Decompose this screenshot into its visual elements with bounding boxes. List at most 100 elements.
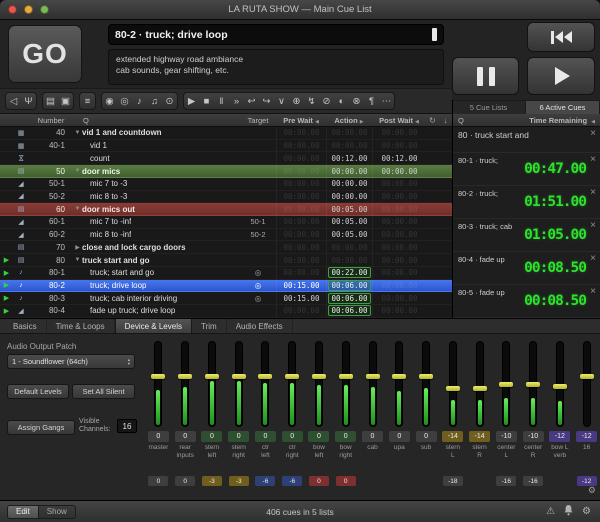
fader-handle[interactable] — [553, 384, 567, 389]
cue-row-40[interactable]: ▦40▼vid 1 and countdown00:00.0000:00.000… — [0, 127, 452, 140]
set-all-silent-button[interactable]: Set All Silent — [72, 384, 135, 399]
audio-cue-icon[interactable]: ◁ — [6, 93, 21, 110]
disclosure-open-icon[interactable]: ▼ — [73, 130, 82, 136]
column-action[interactable]: Action▶ — [326, 116, 372, 125]
cue-row-60-1[interactable]: ◢60-1mic 7 to -inf50-100:00.0000:05.0000… — [0, 216, 452, 229]
fader-track[interactable] — [396, 342, 402, 426]
crosspoint-value[interactable]: -6 — [282, 476, 302, 486]
crosspoint-value[interactable]: -16 — [496, 476, 516, 486]
column-number[interactable]: Number — [29, 116, 73, 125]
channel-level-value[interactable]: 0 — [362, 431, 383, 442]
fader-handle[interactable] — [580, 374, 594, 379]
stop-active-cue-button[interactable]: × — [590, 254, 596, 264]
cue-row-60[interactable]: ▤60▼door mics out00:00.0000:05.0000:00.0… — [0, 203, 452, 216]
devamp-cue-icon[interactable]: ∨ — [274, 93, 289, 110]
channel-level-value[interactable]: -10 — [523, 431, 544, 442]
cue-row-80-4[interactable]: ▶◢80-4fade up truck; drive loop00:00.000… — [0, 305, 452, 318]
channel-level-value[interactable]: -14 — [469, 431, 490, 442]
fader-handle[interactable] — [499, 382, 513, 387]
channel-level-value[interactable]: 0 — [148, 431, 169, 442]
crosspoint-value[interactable]: -16 — [523, 476, 543, 486]
levels-settings-icon[interactable]: ⚙ — [588, 485, 596, 496]
fader-track[interactable] — [236, 342, 242, 426]
tab-time-loops[interactable]: Time & Loops — [47, 319, 115, 333]
pause-cue-icon[interactable]: ‖ — [214, 93, 229, 110]
fader-handle[interactable] — [312, 374, 326, 379]
fader-track[interactable] — [370, 342, 376, 426]
cue-row-50-1[interactable]: ◢50-1mic 7 to -300:00.0000:00.0000:00.00 — [0, 178, 452, 191]
cue-row-count[interactable]: ⋈count00:00.0000:12.0000:12.00 — [0, 152, 452, 165]
fader-handle[interactable] — [178, 374, 192, 379]
fader-track[interactable] — [155, 342, 161, 426]
cue-row-80-2[interactable]: ▶♪80-2truck; drive loop◎00:15.0000:06.00… — [0, 280, 452, 293]
fader-handle[interactable] — [258, 374, 272, 379]
active-cue-2[interactable]: 80-2 · truck;01:51.00× — [453, 186, 600, 219]
cue-row-50-2[interactable]: ◢50-2mic 8 to -300:00.0000:00.0000:00.00 — [0, 191, 452, 204]
midi-cue-icon[interactable]: ♫ — [147, 93, 162, 110]
channel-level-value[interactable]: 0 — [175, 431, 196, 442]
bell-icon[interactable] — [564, 505, 573, 519]
previous-cue-button[interactable] — [527, 22, 595, 52]
tab-cue-lists[interactable]: 5 Cue Lists — [452, 101, 526, 114]
disclosure-open-icon[interactable]: ▼ — [73, 206, 82, 212]
edit-mode-button[interactable]: Edit — [7, 505, 39, 519]
stop-active-cue-button[interactable]: × — [590, 129, 596, 139]
cue-row-60-2[interactable]: ◢60-2mic 8 to -inf50-200:00.0000:05.0000… — [0, 229, 452, 242]
fader-handle[interactable] — [285, 374, 299, 379]
fader-track[interactable] — [316, 342, 322, 426]
fader-track[interactable] — [209, 342, 215, 426]
close-window-button[interactable] — [8, 5, 17, 14]
camera-cue-icon[interactable]: ▣ — [58, 93, 73, 110]
fader-handle[interactable] — [446, 386, 460, 391]
fader-track[interactable] — [343, 342, 349, 426]
channel-level-value[interactable]: -14 — [442, 431, 463, 442]
resume-button[interactable] — [527, 57, 595, 95]
default-levels-button[interactable]: Default Levels — [7, 384, 69, 399]
cue-row-50[interactable]: ▤50▼door mics00:00.0000:00.0000:00.00 — [0, 165, 452, 178]
crosspoint-value[interactable]: -6 — [255, 476, 275, 486]
active-cue-5[interactable]: 80-5 · fade up00:08.50× — [453, 285, 600, 318]
fader-track[interactable] — [477, 342, 483, 426]
warning-icon[interactable]: ⚠ — [546, 507, 555, 517]
active-col-time[interactable]: Time Remaining ◀ — [529, 116, 595, 125]
cue-row-80-1[interactable]: ▶♪80-1truck; start and go◎00:00.0000:22.… — [0, 267, 452, 280]
disclosure-closed-icon[interactable]: ▶ — [73, 244, 82, 251]
active-cue-3[interactable]: 80-3 · truck; cab01:05.00× — [453, 219, 600, 252]
video-cue-icon[interactable]: ▤ — [43, 93, 58, 110]
settings-gear-icon[interactable]: ⚙ — [582, 507, 591, 517]
fader-handle[interactable] — [339, 374, 353, 379]
fader-track[interactable] — [584, 342, 590, 426]
mute-cue-icon[interactable]: ⊗ — [349, 93, 364, 110]
fader-track[interactable] — [262, 342, 268, 426]
fader-track[interactable] — [182, 342, 188, 426]
crosspoint-value[interactable]: -3 — [229, 476, 249, 486]
crosspoint-value[interactable]: 0 — [175, 476, 195, 486]
memo-cue-icon[interactable]: ¶ — [364, 93, 379, 110]
channel-level-value[interactable]: 0 — [416, 431, 437, 442]
tab-audio-effects[interactable]: Audio Effects — [227, 319, 293, 333]
crosspoint-value[interactable]: -18 — [443, 476, 463, 486]
minimize-window-button[interactable] — [24, 5, 33, 14]
fader-handle[interactable] — [473, 386, 487, 391]
cue-row-80[interactable]: ▶▤80▼truck start and go00:00.0000:00.000… — [0, 254, 452, 267]
stop-active-cue-button[interactable]: × — [590, 221, 596, 231]
osc-cue-icon[interactable]: ◎ — [117, 93, 132, 110]
channel-level-value[interactable]: 0 — [389, 431, 410, 442]
go-button[interactable]: GO — [8, 25, 82, 83]
fade-cue-icon[interactable]: ≡ — [80, 93, 95, 110]
wait-cue-icon[interactable]: ◐ — [334, 93, 349, 110]
crosspoint-value[interactable]: -3 — [202, 476, 222, 486]
crosspoint-value[interactable]: 0 — [148, 476, 168, 486]
channel-level-value[interactable]: 0 — [255, 431, 276, 442]
column-continue-icon[interactable]: ↻ — [426, 116, 439, 125]
crosspoint-value[interactable]: 0 — [309, 476, 329, 486]
load-cue-icon[interactable]: ↩ — [244, 93, 259, 110]
tab-basics[interactable]: Basics — [4, 319, 47, 333]
goto-cue-icon[interactable]: ⊕ — [289, 93, 304, 110]
tab-trim[interactable]: Trim — [192, 319, 227, 333]
channel-level-value[interactable]: -12 — [576, 431, 597, 442]
active-cue-1[interactable]: 80-1 · truck;00:47.00× — [453, 153, 600, 186]
channel-level-value[interactable]: 0 — [201, 431, 222, 442]
mic-cue-icon[interactable]: Ψ — [21, 93, 36, 110]
show-mode-button[interactable]: Show — [39, 505, 76, 519]
